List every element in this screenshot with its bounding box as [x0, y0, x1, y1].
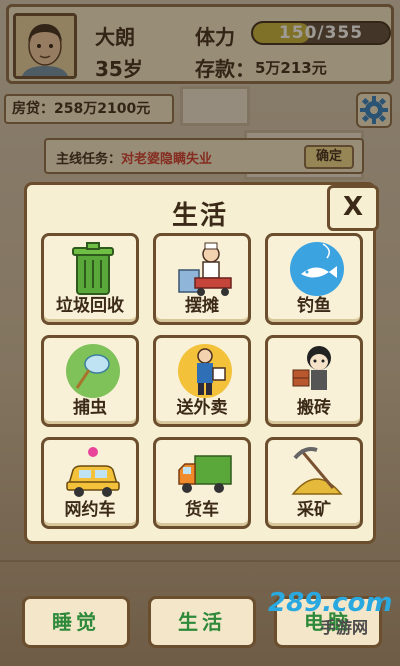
tile-brick-carrying[interactable]: 搬砖: [265, 335, 363, 427]
tile-label: 货车: [185, 500, 219, 520]
tile-label: 搬砖: [297, 398, 331, 418]
tile-fishing[interactable]: 钓鱼: [265, 233, 363, 325]
close-button[interactable]: X: [327, 185, 379, 231]
bug-net-icon: [66, 344, 120, 398]
trash-can-icon: [72, 242, 114, 295]
tile-truck[interactable]: 货车: [153, 437, 251, 529]
tile-label: 垃圾回收: [56, 296, 124, 316]
watermark: 289.com 手游网: [268, 588, 393, 638]
mining-icon: [291, 447, 343, 495]
tile-label: 网约车: [64, 500, 116, 520]
taxi-icon: [66, 447, 120, 497]
modal-title: 生活: [171, 201, 228, 231]
tile-label: 送外卖: [176, 398, 228, 418]
life-modal: 生活 X 垃圾回收 摆摊 钓鱼 捕虫 送外卖 搬砖 网约车 货车 采矿: [24, 182, 379, 544]
tile-trash-recycling[interactable]: 垃圾回收: [41, 233, 139, 325]
street-stall-icon: [178, 242, 232, 296]
watermark-text: 手游网: [320, 618, 369, 637]
fishing-icon: [290, 242, 344, 296]
delivery-icon: [178, 344, 232, 398]
tile-label: 摆摊: [185, 296, 219, 316]
tile-label: 钓鱼: [297, 296, 331, 316]
brick-carrying-icon: [292, 346, 331, 390]
tile-street-stall[interactable]: 摆摊: [153, 233, 251, 325]
tile-bug-catching[interactable]: 捕虫: [41, 335, 139, 427]
tile-label: 捕虫: [73, 398, 107, 418]
tile-ride-hailing[interactable]: 网约车: [41, 437, 139, 529]
nav-life-button[interactable]: 生活: [148, 596, 256, 648]
tile-label: 采矿: [297, 500, 331, 520]
tile-food-delivery[interactable]: 送外卖: [153, 335, 251, 427]
nav-sleep-button[interactable]: 睡觉: [22, 596, 130, 648]
truck-icon: [178, 455, 232, 493]
tile-mining[interactable]: 采矿: [265, 437, 363, 529]
